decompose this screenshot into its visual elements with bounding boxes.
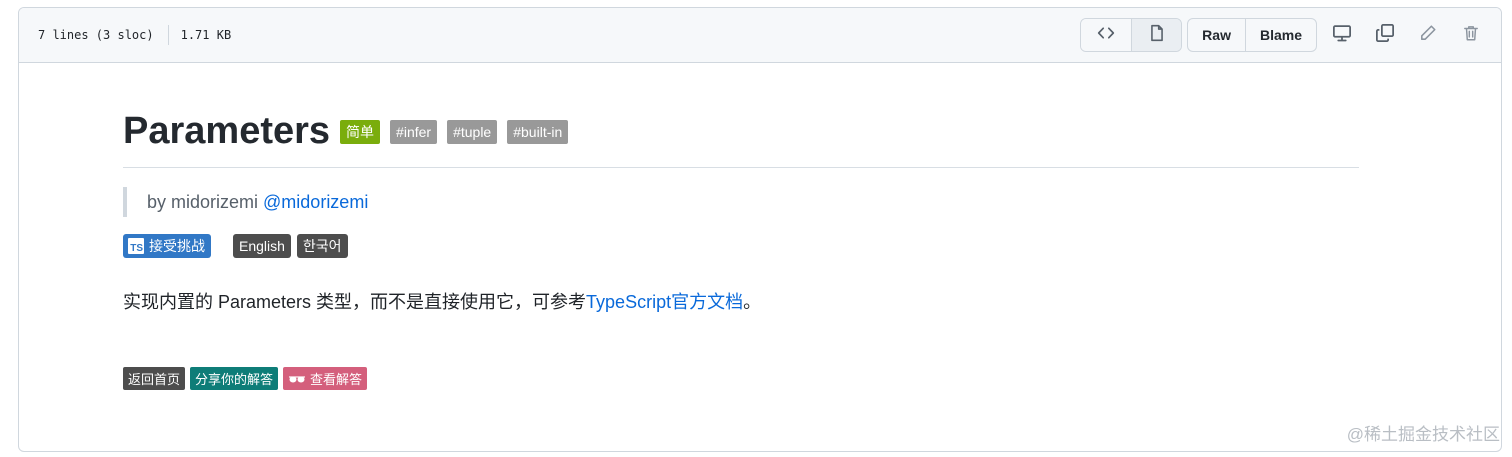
delete-button[interactable] [1453,19,1489,51]
typescript-logo-icon: TS [128,238,144,254]
code-icon [1097,24,1115,47]
glasses-icon [288,374,306,384]
pencil-icon [1419,24,1437,47]
title-divider [123,167,1359,168]
accept-challenge-label: 接受挑战 [149,238,205,254]
copy-button[interactable] [1367,19,1403,51]
page-title: Parameters [123,110,331,152]
share-solution-badge[interactable]: 分享你的解答 [190,367,279,390]
display-icon [1332,23,1352,48]
footer-badges: 返回首页 分享你的解答 查看解答 [123,367,1359,390]
tag-infer: #infer [390,119,438,144]
description-end: 。 [743,292,762,312]
divider [167,25,169,45]
tag-tuple: #tuple [447,119,498,144]
language-english-badge[interactable]: English [233,234,291,258]
author-link[interactable]: @midorizemi [263,192,368,213]
raw-blame-group: Raw Blame [1187,18,1317,52]
copy-icon [1375,23,1395,48]
raw-button[interactable]: Raw [1188,19,1245,51]
file-info: 7 lines (3 sloc) 1.71 KB [38,25,231,45]
view-toggle [1080,18,1183,52]
code-view-button[interactable] [1081,19,1132,51]
trash-icon [1462,24,1480,47]
file-size: 1.71 KB [180,28,232,42]
line-count: 7 lines (3 sloc) [38,28,154,42]
file-icon [1148,24,1166,47]
readme-content: Parameters 简单 #infer #tuple #built-in by… [123,56,1359,390]
view-solutions-badge[interactable]: 查看解答 [283,367,368,390]
title-row: Parameters 简单 #infer #tuple #built-in [123,110,1359,153]
tag-built-in: #built-in [507,119,569,144]
blame-button[interactable]: Blame [1244,19,1316,51]
file-header: 7 lines (3 sloc) 1.71 KB Raw Blame [19,8,1501,63]
badge-row: TS 接受挑战 English 한국어 [123,234,1359,258]
desktop-button[interactable] [1324,19,1360,51]
docs-link[interactable]: TypeScript官方文档 [586,292,743,312]
author-quote: by midorizemi @midorizemi [123,187,1359,217]
difficulty-badge: 简单 [340,119,381,144]
file-actions: Raw Blame [1080,18,1489,52]
description: 实现内置的 Parameters 类型，而不是直接使用它，可参考TypeScri… [123,288,1359,314]
description-text: 实现内置的 Parameters 类型，而不是直接使用它，可参考 [123,292,587,312]
preview-view-button[interactable] [1131,19,1182,51]
view-solutions-label: 查看解答 [310,372,363,387]
watermark: @稀土掘金技术社区 [1346,425,1500,444]
accept-challenge-badge[interactable]: TS 接受挑战 [123,234,211,258]
author-prefix: by midorizemi [147,191,259,212]
back-home-badge[interactable]: 返回首页 [123,367,186,390]
language-korean-badge[interactable]: 한국어 [296,234,348,258]
edit-button[interactable] [1410,19,1446,51]
